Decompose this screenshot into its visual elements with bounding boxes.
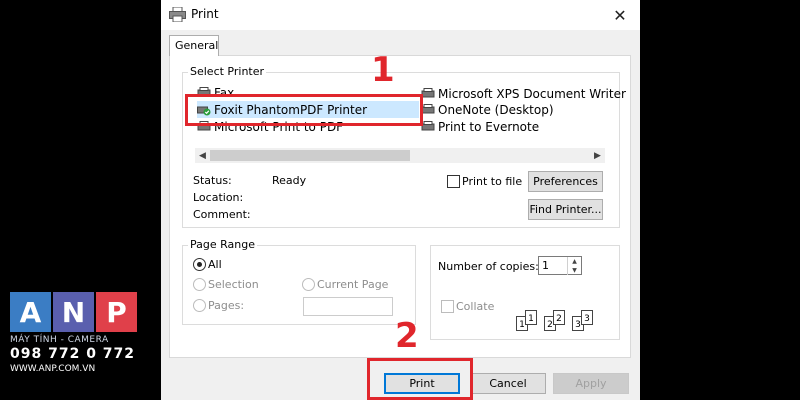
highlight-box-printer bbox=[185, 94, 423, 126]
copies-value: 1 bbox=[542, 259, 549, 272]
printer-name: Print to Evernote bbox=[438, 119, 540, 134]
close-button[interactable]: ✕ bbox=[604, 3, 636, 27]
scroll-left-icon[interactable]: ◀ bbox=[195, 148, 210, 163]
scroll-right-icon[interactable]: ▶ bbox=[590, 148, 605, 163]
preferences-button[interactable]: Preferences bbox=[528, 171, 603, 192]
print-to-file-label: Print to file bbox=[462, 175, 523, 188]
anp-logo: A N P MÁY TÍNH - CAMERA 098 772 0 772 WW… bbox=[10, 292, 140, 374]
all-radio[interactable] bbox=[193, 258, 206, 271]
selection-label: Selection bbox=[208, 278, 259, 291]
pages-radio[interactable] bbox=[193, 299, 206, 312]
logo-tagline: MÁY TÍNH - CAMERA bbox=[10, 335, 109, 345]
logo-website: WWW.ANP.COM.VN bbox=[10, 364, 96, 374]
location-label: Location: bbox=[193, 191, 244, 204]
collate-checkbox[interactable] bbox=[441, 300, 454, 313]
select-printer-label: Select Printer bbox=[188, 65, 267, 78]
find-printer-button[interactable]: Find Printer... bbox=[528, 199, 603, 220]
collate-page: 3 bbox=[581, 310, 593, 325]
current-page-label: Current Page bbox=[317, 278, 389, 291]
collate-page: 2 bbox=[553, 310, 565, 325]
status-label: Status: bbox=[193, 174, 232, 187]
apply-button[interactable]: Apply bbox=[553, 373, 629, 394]
printer-name: OneNote (Desktop) bbox=[438, 102, 554, 117]
step-number-1: 1 bbox=[371, 50, 395, 90]
status-value: Ready bbox=[272, 174, 307, 187]
chevron-up-icon[interactable]: ▲ bbox=[567, 257, 581, 266]
printer-icon bbox=[421, 87, 435, 97]
number-of-copies-label: Number of copies: bbox=[438, 260, 539, 273]
pages-input[interactable] bbox=[303, 297, 393, 316]
pages-label: Pages: bbox=[208, 299, 245, 312]
copies-stepper[interactable]: 1 ▲ ▼ bbox=[538, 256, 582, 275]
print-to-file-checkbox[interactable] bbox=[447, 175, 460, 188]
comment-label: Comment: bbox=[193, 208, 251, 221]
all-label: All bbox=[208, 258, 222, 271]
selection-radio[interactable] bbox=[193, 278, 206, 291]
logo-letter-p: P bbox=[96, 292, 137, 332]
close-icon: ✕ bbox=[613, 5, 627, 25]
current-page-radio[interactable] bbox=[302, 278, 315, 291]
step-number-2: 2 bbox=[395, 316, 419, 356]
printer-item-onenote[interactable]: OneNote (Desktop) bbox=[421, 101, 554, 118]
printer-icon bbox=[421, 120, 435, 130]
scrollbar-thumb[interactable] bbox=[210, 150, 410, 161]
logo-phone: 098 772 0 772 bbox=[10, 346, 136, 362]
printer-list-scrollbar[interactable]: ◀ ▶ bbox=[195, 148, 605, 163]
title-bar[interactable]: Print ✕ bbox=[161, 0, 640, 30]
printer-icon bbox=[169, 7, 186, 22]
tab-general[interactable]: General bbox=[169, 35, 219, 56]
window-title: Print bbox=[191, 7, 219, 21]
printer-item-evernote[interactable]: Print to Evernote bbox=[421, 118, 539, 135]
highlight-box-print bbox=[367, 358, 473, 400]
cancel-button[interactable]: Cancel bbox=[470, 373, 546, 394]
collate-illustration: 1 1 2 2 3 3 bbox=[516, 310, 600, 334]
collate-label: Collate bbox=[456, 300, 495, 313]
chevron-down-icon[interactable]: ▼ bbox=[567, 266, 581, 275]
printer-name: Microsoft XPS Document Writer bbox=[438, 86, 626, 101]
printer-item-xps[interactable]: Microsoft XPS Document Writer bbox=[421, 85, 626, 102]
logo-letter-n: N bbox=[53, 292, 94, 332]
printer-icon bbox=[421, 103, 435, 113]
collate-page: 1 bbox=[525, 310, 537, 325]
logo-letter-a: A bbox=[10, 292, 51, 332]
page-range-label: Page Range bbox=[188, 238, 257, 251]
